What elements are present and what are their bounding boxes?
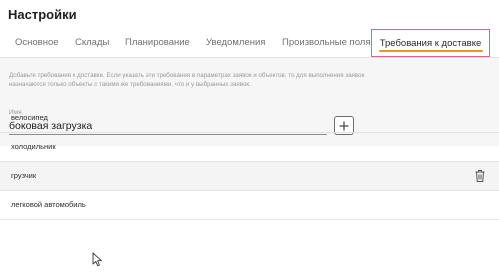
requirement-label: грузчик <box>11 171 37 180</box>
tab-notifications[interactable]: Уведомления <box>206 30 265 57</box>
settings-tabs: Основное Склады Планирование Уведомления… <box>0 29 499 58</box>
tab-delivery-requirements-label: Требования к доставке <box>379 38 482 49</box>
requirement-row[interactable]: велосипед <box>0 104 499 133</box>
requirement-row[interactable]: холодильник <box>0 133 499 162</box>
page-title: Настройки <box>8 7 77 22</box>
trash-icon[interactable] <box>474 169 486 183</box>
tab-planning[interactable]: Планирование <box>125 30 190 57</box>
requirement-label: легковой автомобиль <box>11 200 86 209</box>
requirement-row-hovered[interactable]: грузчик <box>0 162 499 191</box>
tab-warehouses[interactable]: Склады <box>75 30 109 57</box>
tab-delivery-requirements[interactable]: Требования к доставке <box>371 29 490 57</box>
tab-custom-fields[interactable]: Произвольные поля <box>282 30 370 57</box>
requirement-row[interactable]: легковой автомобиль <box>0 191 499 220</box>
active-tab-indicator <box>379 50 483 52</box>
requirement-label: велосипед <box>11 113 48 122</box>
requirement-label: холодильник <box>11 142 56 151</box>
tab-general[interactable]: Основное <box>15 30 59 57</box>
mouse-pointer-icon <box>92 252 102 267</box>
section-description: Добавьте требования к доставке. Если ука… <box>9 72 365 89</box>
